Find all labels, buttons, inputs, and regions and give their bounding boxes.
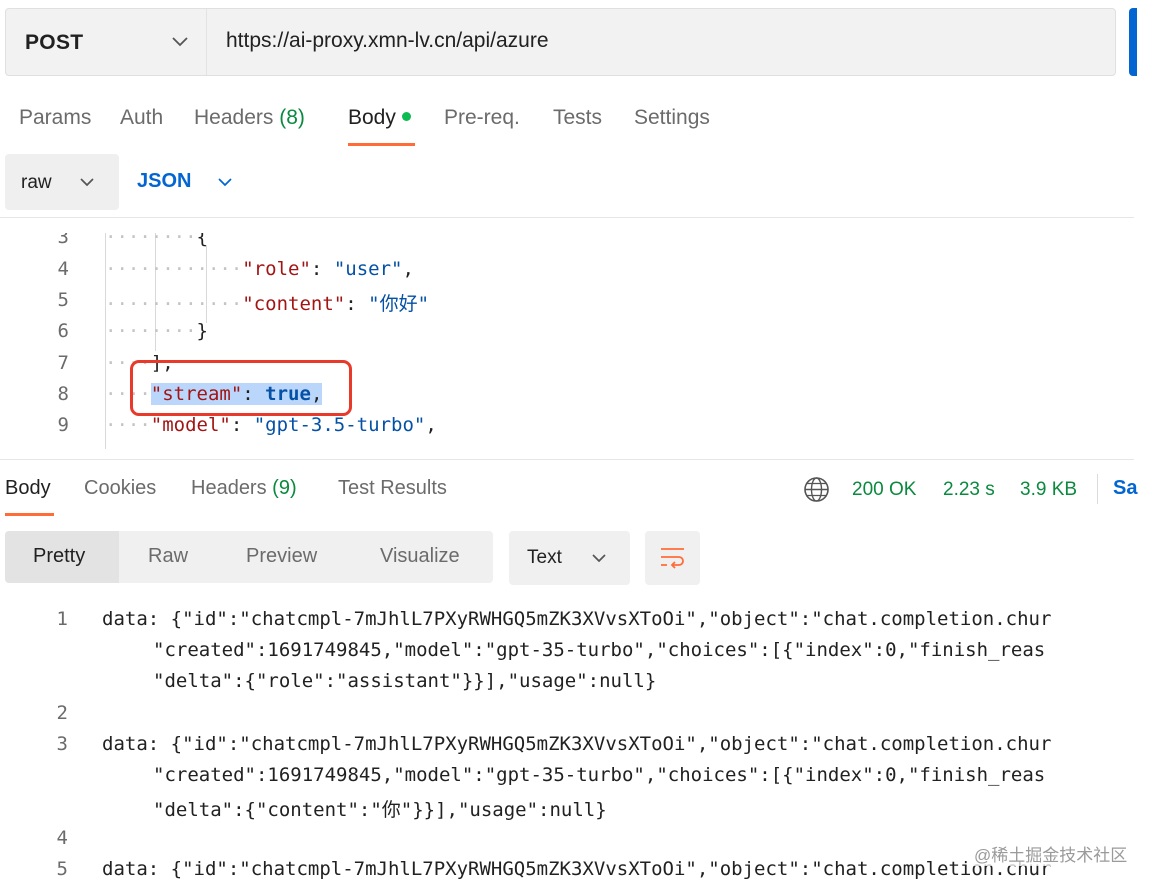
wrap-lines-icon xyxy=(659,546,686,575)
response-tab-body[interactable]: Body xyxy=(5,477,51,500)
tab-headers-label: Headers xyxy=(194,106,274,129)
save-response-button[interactable]: Sa xyxy=(1113,477,1137,500)
status-code[interactable]: 200 OK xyxy=(852,479,916,501)
code-line: ····"model": "gpt-3.5-turbo", xyxy=(105,414,437,436)
request-body-editor[interactable]: 3 ········{ 4 ············"role": "user"… xyxy=(5,233,1134,449)
body-type-label: raw xyxy=(21,172,52,193)
code-line: ············"content": "你好" xyxy=(105,293,430,315)
line-number: 4 xyxy=(56,827,68,849)
response-line-wrap: "created":1691749845,"model":"gpt-35-tur… xyxy=(153,639,1046,661)
response-tab-headers[interactable]: Headers (9) xyxy=(191,477,297,500)
view-mode-raw[interactable]: Raw xyxy=(148,545,188,568)
response-headers-count: (9) xyxy=(272,477,297,499)
line-number: 7 xyxy=(57,352,69,374)
tab-headers[interactable]: Headers (8) xyxy=(194,106,305,130)
chevron-down-icon xyxy=(218,178,232,187)
body-indicator-dot xyxy=(401,112,411,121)
line-number: 1 xyxy=(56,608,68,630)
response-line: data: {"id":"chatcmpl-7mJhlL7PXyRWHGQ5mZ… xyxy=(102,608,1052,630)
annotation-highlight-box xyxy=(130,360,352,416)
divider xyxy=(1097,474,1098,504)
divider xyxy=(0,217,1134,218)
tab-body[interactable]: Body xyxy=(348,106,411,130)
tab-prereq[interactable]: Pre-req. xyxy=(444,106,520,130)
response-line: data: {"id":"chatcmpl-7mJhlL7PXyRWHGQ5mZ… xyxy=(102,733,1052,755)
line-number: 9 xyxy=(57,414,69,436)
response-format-label: Text xyxy=(527,547,562,568)
watermark: @稀土掘金技术社区 xyxy=(972,841,1130,866)
send-button[interactable] xyxy=(1129,8,1137,76)
chevron-down-icon xyxy=(172,37,188,47)
response-line-wrap: "delta":{"role":"assistant"}}],"usage":n… xyxy=(153,670,657,692)
view-mode-preview[interactable]: Preview xyxy=(246,545,317,568)
response-line: data: {"id":"chatcmpl-7mJhlL7PXyRWHGQ5mZ… xyxy=(102,858,1052,880)
active-tab-underline xyxy=(348,143,415,146)
line-number: 3 xyxy=(57,233,69,248)
response-time[interactable]: 2.23 s xyxy=(943,479,995,501)
response-body-viewer[interactable]: 1 data: {"id":"chatcmpl-7mJhlL7PXyRWHGQ5… xyxy=(0,600,1134,886)
tab-auth[interactable]: Auth xyxy=(120,106,163,130)
response-tab-test-results[interactable]: Test Results xyxy=(338,477,447,500)
wrap-lines-button[interactable] xyxy=(645,531,700,585)
line-number: 6 xyxy=(57,320,69,342)
active-tab-underline xyxy=(5,513,54,516)
line-number: 3 xyxy=(56,733,68,755)
response-tab-cookies[interactable]: Cookies xyxy=(84,477,156,500)
chevron-down-icon xyxy=(592,554,606,563)
method-label: POST xyxy=(25,31,84,54)
response-line-wrap: "created":1691749845,"model":"gpt-35-tur… xyxy=(153,764,1046,786)
chevron-down-icon xyxy=(80,178,94,187)
request-bar: POST https://ai-proxy.xmn-lv.cn/api/azur… xyxy=(5,8,1116,76)
line-number: 5 xyxy=(57,289,69,311)
line-number: 2 xyxy=(56,702,68,724)
method-select[interactable]: POST xyxy=(6,9,207,75)
response-line-wrap: "delta":{"content":"你"}}],"usage":null} xyxy=(153,799,607,821)
tab-params[interactable]: Params xyxy=(19,106,91,130)
view-mode-visualize[interactable]: Visualize xyxy=(380,545,460,568)
code-line: ········{ xyxy=(105,233,208,248)
divider xyxy=(0,459,1134,460)
view-mode-pretty[interactable]: Pretty xyxy=(33,545,85,568)
code-line: ············"role": "user", xyxy=(105,258,414,280)
response-headers-label: Headers xyxy=(191,477,267,499)
body-format-select[interactable]: JSON xyxy=(137,170,191,193)
tab-settings[interactable]: Settings xyxy=(634,106,710,130)
code-line: ········} xyxy=(105,320,208,342)
headers-count: (8) xyxy=(279,106,305,129)
line-number: 8 xyxy=(57,383,69,405)
url-input[interactable]: https://ai-proxy.xmn-lv.cn/api/azure xyxy=(226,29,549,53)
line-number: 5 xyxy=(56,858,68,880)
globe-icon[interactable] xyxy=(803,476,830,508)
tab-body-label: Body xyxy=(348,106,396,129)
line-number: 4 xyxy=(57,258,69,280)
tab-tests[interactable]: Tests xyxy=(553,106,602,130)
response-size[interactable]: 3.9 KB xyxy=(1020,479,1077,501)
